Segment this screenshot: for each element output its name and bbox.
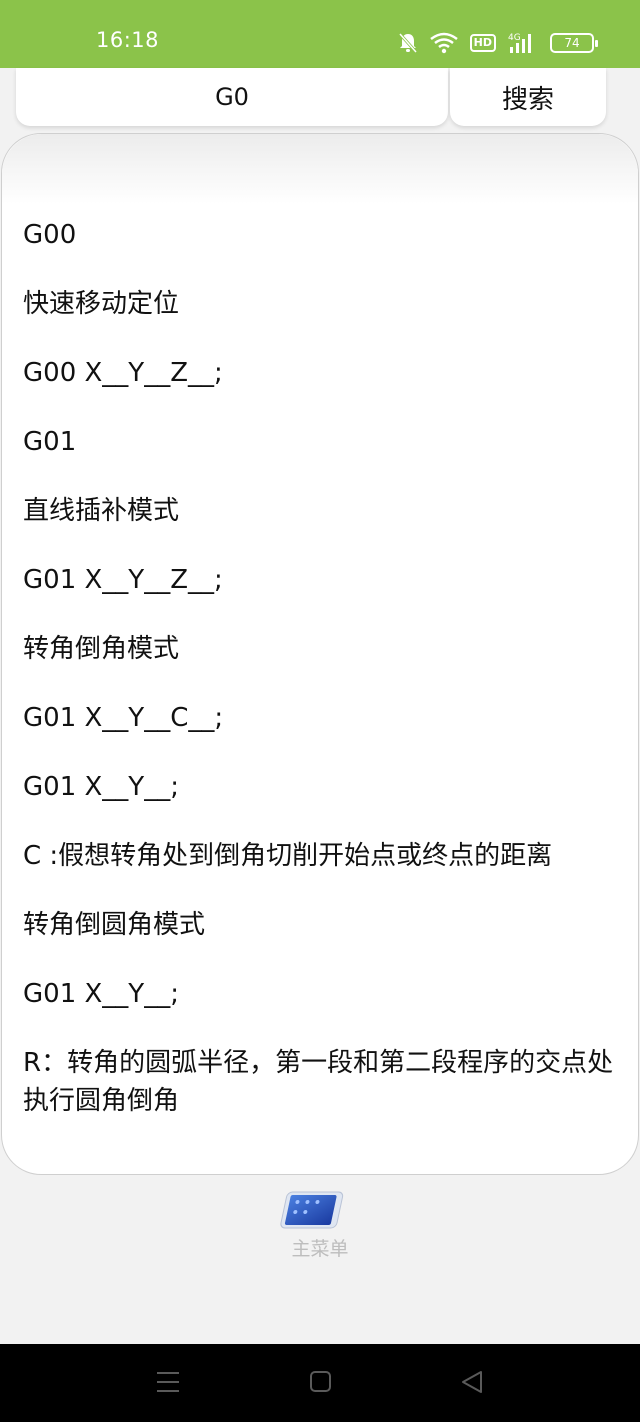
menu-label[interactable]: 主菜单 <box>0 1234 640 1261</box>
search-input[interactable] <box>16 68 448 126</box>
content-line: G01 X__Y__Z__; <box>23 565 223 595</box>
signal-icon: 4G <box>508 31 538 55</box>
hd-badge: HD <box>469 34 496 52</box>
search-button[interactable]: 搜索 <box>450 68 606 126</box>
silent-bell-icon <box>398 32 418 54</box>
content-line: G00 <box>23 220 77 250</box>
content-card[interactable]: G00 快速移动定位 G00 X__Y__Z__; G01 直线插补模式 G01… <box>1 133 639 1175</box>
status-time: 16:18 <box>96 28 160 52</box>
back-triangle-icon[interactable] <box>460 1370 484 1398</box>
status-bar: 16:18 HD 4G 74 <box>0 0 640 68</box>
content-line: 快速移动定位 <box>23 289 180 319</box>
search-row: 搜索 <box>0 68 640 134</box>
status-icons: HD 4G 74 <box>398 28 598 58</box>
system-nav-bar <box>0 1344 640 1422</box>
content-line: G01 X__Y__C__; <box>23 703 224 733</box>
content-line: 转角倒圆角模式 <box>23 910 206 940</box>
wifi-icon <box>429 32 458 54</box>
home-square-icon[interactable] <box>309 1370 333 1398</box>
battery-indicator: 74 <box>550 33 598 53</box>
menu-lines-icon[interactable] <box>156 1370 180 1398</box>
content-line: C :假想转角处到倒角切削开始点或终点的距离 <box>23 841 553 871</box>
content-line: G00 X__Y__Z__; <box>23 358 223 388</box>
svg-text:4G: 4G <box>508 33 521 43</box>
bottom-nav: 主菜单 <box>0 1176 640 1344</box>
content-line: G01 X__Y__; <box>23 979 179 1009</box>
card-top-shade <box>2 134 638 204</box>
content-line: 直线插补模式 <box>23 496 180 526</box>
phone-menu-icon[interactable] <box>278 1190 344 1232</box>
content-line: G01 X__Y__; <box>23 772 179 802</box>
content-line: 转角倒角模式 <box>23 634 180 664</box>
content-line: G01 <box>23 427 77 457</box>
content-list: G00 快速移动定位 G00 X__Y__Z__; G01 直线插补模式 G01… <box>23 216 623 1151</box>
content-line: R：转角的圆弧半径，第一段和第二段程序的交点处执行圆角倒角 <box>23 1048 614 1116</box>
